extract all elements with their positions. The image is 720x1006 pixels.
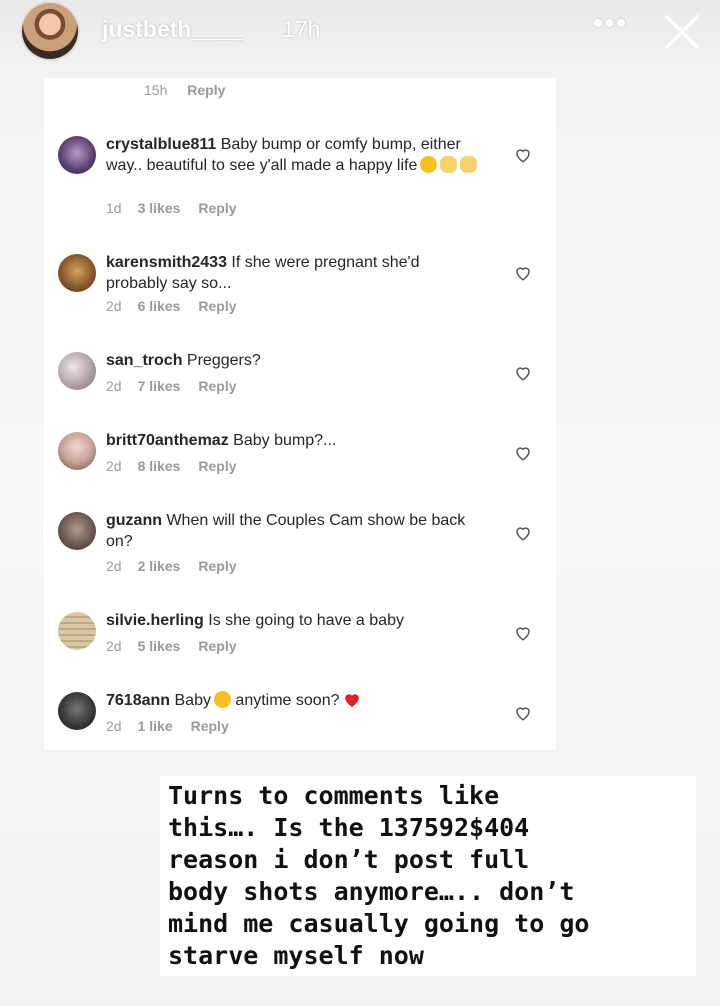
comment-text: crystalblue811 Baby bump or comfy bump, … — [106, 134, 478, 176]
comment-username[interactable]: crystalblue811 — [106, 136, 216, 153]
comment-meta: 2d 8 likes Reply — [106, 458, 255, 474]
comment-text: guzann When will the Couples Cam show be… — [106, 510, 478, 552]
story-header: justbeth____ 17h ••• — [0, 0, 720, 70]
commenter-avatar[interactable] — [58, 432, 96, 470]
heart-icon[interactable] — [514, 704, 532, 722]
story-avatar[interactable] — [22, 3, 78, 59]
comment-likes[interactable]: 1 like — [138, 718, 173, 734]
comment-body-start: Baby — [174, 692, 211, 709]
comment-text: silvie.herling Is she going to have a ba… — [106, 610, 478, 631]
comment-text: 7618ann Baby anytime soon? — [106, 690, 478, 711]
story-caption: Turns to comments like this…. Is the 137… — [160, 776, 696, 976]
heart-icon[interactable] — [514, 146, 532, 164]
commenter-avatar[interactable] — [58, 352, 96, 390]
close-icon[interactable] — [662, 12, 702, 52]
comment-text: san_troch Preggers? — [106, 350, 478, 371]
comment-body: Preggers? — [186, 352, 261, 369]
red-heart-icon — [345, 694, 360, 707]
comment-text: karensmith2433 If she were pregnant she'… — [106, 252, 478, 294]
partial-comment-meta: 15h Reply — [144, 82, 241, 98]
comment-time: 2d — [106, 458, 122, 474]
comment-likes[interactable]: 2 likes — [138, 558, 181, 574]
comment-meta: 2d 1 like Reply — [106, 718, 247, 734]
smiling-hearts-emoji-icon — [420, 156, 438, 173]
commenter-avatar[interactable] — [58, 512, 96, 550]
baby-icon — [213, 691, 231, 708]
comment-time: 2d — [106, 298, 122, 314]
comment-username[interactable]: 7618ann — [106, 692, 170, 709]
commenter-avatar[interactable] — [58, 612, 96, 650]
clapping-hands-icon — [460, 156, 478, 173]
reply-button[interactable]: Reply — [198, 298, 236, 314]
reply-button[interactable]: Reply — [198, 638, 236, 654]
heart-icon[interactable] — [514, 264, 532, 282]
comment-meta: 2d 6 likes Reply — [106, 298, 255, 314]
comment-body: Is she going to have a baby — [208, 612, 404, 629]
comment-body: Baby bump?... — [233, 432, 337, 449]
comment-meta: 1d 3 likes Reply — [106, 200, 255, 216]
comment-likes[interactable]: 6 likes — [138, 298, 181, 314]
comment-meta: 2d 7 likes Reply — [106, 378, 255, 394]
comment-time: 15h — [144, 82, 168, 98]
clapping-hands-icon — [440, 156, 458, 173]
comment-time: 2d — [106, 558, 122, 574]
comment-likes[interactable]: 8 likes — [138, 458, 181, 474]
commenter-avatar[interactable] — [58, 254, 96, 292]
more-icon[interactable]: ••• — [590, 9, 630, 44]
story-time: 17h — [282, 16, 321, 42]
comment-username[interactable]: guzann — [106, 512, 162, 529]
comment-username[interactable]: britt70anthemaz — [106, 432, 229, 449]
reply-button[interactable]: Reply — [198, 558, 236, 574]
reply-button[interactable]: Reply — [198, 200, 236, 216]
heart-icon[interactable] — [514, 364, 532, 382]
comment-likes[interactable]: 5 likes — [138, 638, 181, 654]
comment-likes[interactable]: 3 likes — [138, 200, 181, 216]
comment-username[interactable]: san_troch — [106, 352, 182, 369]
story-username[interactable]: justbeth____ — [102, 16, 243, 43]
reply-button[interactable]: Reply — [187, 82, 225, 98]
reply-button[interactable]: Reply — [191, 718, 229, 734]
comment-meta: 2d 2 likes Reply — [106, 558, 255, 574]
comment-time: 1d — [106, 200, 122, 216]
comment-time: 2d — [106, 638, 122, 654]
heart-icon[interactable] — [514, 624, 532, 642]
reply-button[interactable]: Reply — [198, 458, 236, 474]
commenter-avatar[interactable] — [58, 692, 96, 730]
comment-likes[interactable]: 7 likes — [138, 378, 181, 394]
commenter-avatar[interactable] — [58, 136, 96, 174]
comment-text: britt70anthemaz Baby bump?... — [106, 430, 478, 451]
comment-time: 2d — [106, 378, 122, 394]
comment-username[interactable]: silvie.herling — [106, 612, 204, 629]
reply-button[interactable]: Reply — [198, 378, 236, 394]
comment-username[interactable]: karensmith2433 — [106, 254, 227, 271]
heart-icon[interactable] — [514, 444, 532, 462]
comment-meta: 2d 5 likes Reply — [106, 638, 255, 654]
comment-body-end: anytime soon? — [235, 692, 340, 709]
heart-icon[interactable] — [514, 524, 532, 542]
comment-time: 2d — [106, 718, 122, 734]
